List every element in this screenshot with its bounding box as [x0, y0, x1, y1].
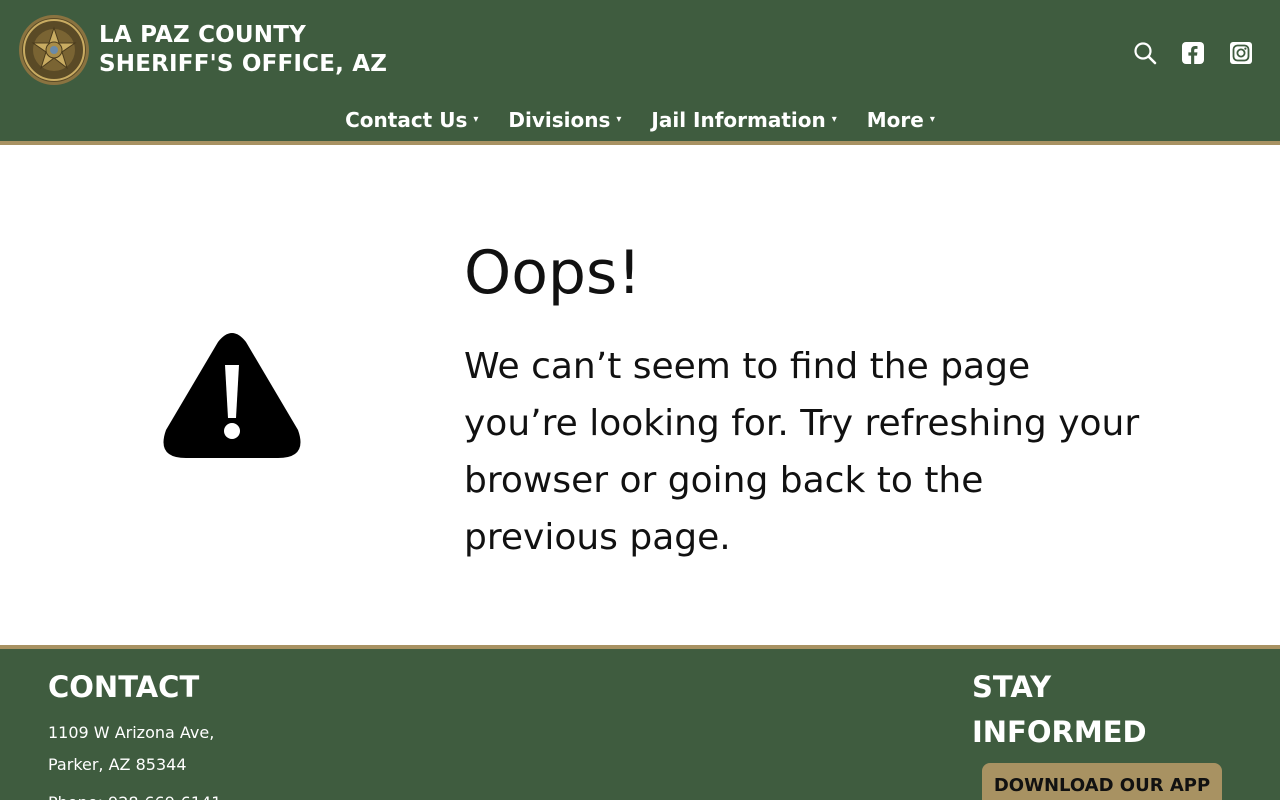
error-title: Oops!	[464, 238, 642, 308]
nav-item-jail-information[interactable]: Jail Information ▾	[651, 103, 836, 137]
caret-down-icon: ▾	[473, 114, 479, 125]
site-header: LA PAZ COUNTY SHERIFF'S OFFICE, AZ Conta…	[0, 0, 1280, 141]
warning-icon	[163, 333, 301, 458]
caret-down-icon: ▾	[616, 114, 622, 125]
nav-item-contact-us[interactable]: Contact Us ▾	[345, 103, 478, 137]
stay-informed-heading: STAY INFORMED	[972, 670, 1147, 749]
site-title-line1: LA PAZ COUNTY	[99, 22, 306, 48]
facebook-icon[interactable]	[1180, 40, 1206, 66]
address-line2: Parker, AZ 85344	[48, 755, 187, 774]
site-footer: CONTACT 1109 W Arizona Ave, Parker, AZ 8…	[0, 649, 1280, 800]
site-title-line2: SHERIFF'S OFFICE, AZ	[99, 51, 388, 77]
header-icon-group	[1110, 40, 1254, 66]
caret-down-icon: ▾	[929, 114, 935, 125]
address-line1: 1109 W Arizona Ave,	[48, 723, 215, 742]
main-nav: Contact Us ▾ Divisions ▾ Jail Informatio…	[0, 103, 1280, 137]
error-content: Oops! We can’t seem to find the page you…	[0, 145, 1280, 645]
contact-heading: CONTACT	[48, 670, 200, 704]
nav-item-more[interactable]: More ▾	[867, 103, 935, 137]
phone-line[interactable]: Phone: 928-669-6141	[48, 792, 221, 800]
sheriff-badge-logo	[19, 15, 89, 85]
error-message: We can’t seem to find the page you’re lo…	[464, 346, 1140, 558]
instagram-icon[interactable]	[1228, 40, 1254, 66]
download-app-button[interactable]: DOWNLOAD OUR APP	[982, 763, 1222, 800]
caret-down-icon: ▾	[831, 114, 837, 125]
site-title: LA PAZ COUNTY SHERIFF'S OFFICE, AZ	[99, 21, 387, 79]
nav-item-divisions[interactable]: Divisions ▾	[508, 103, 621, 137]
nav-item-label: More	[866, 108, 924, 132]
nav-item-label: Contact Us	[345, 108, 468, 132]
nav-item-label: Divisions	[508, 108, 611, 132]
nav-item-label: Jail Information	[651, 108, 826, 132]
home-logo-link[interactable]: LA PAZ COUNTY SHERIFF'S OFFICE, AZ	[18, 14, 387, 86]
search-icon[interactable]	[1132, 40, 1158, 66]
